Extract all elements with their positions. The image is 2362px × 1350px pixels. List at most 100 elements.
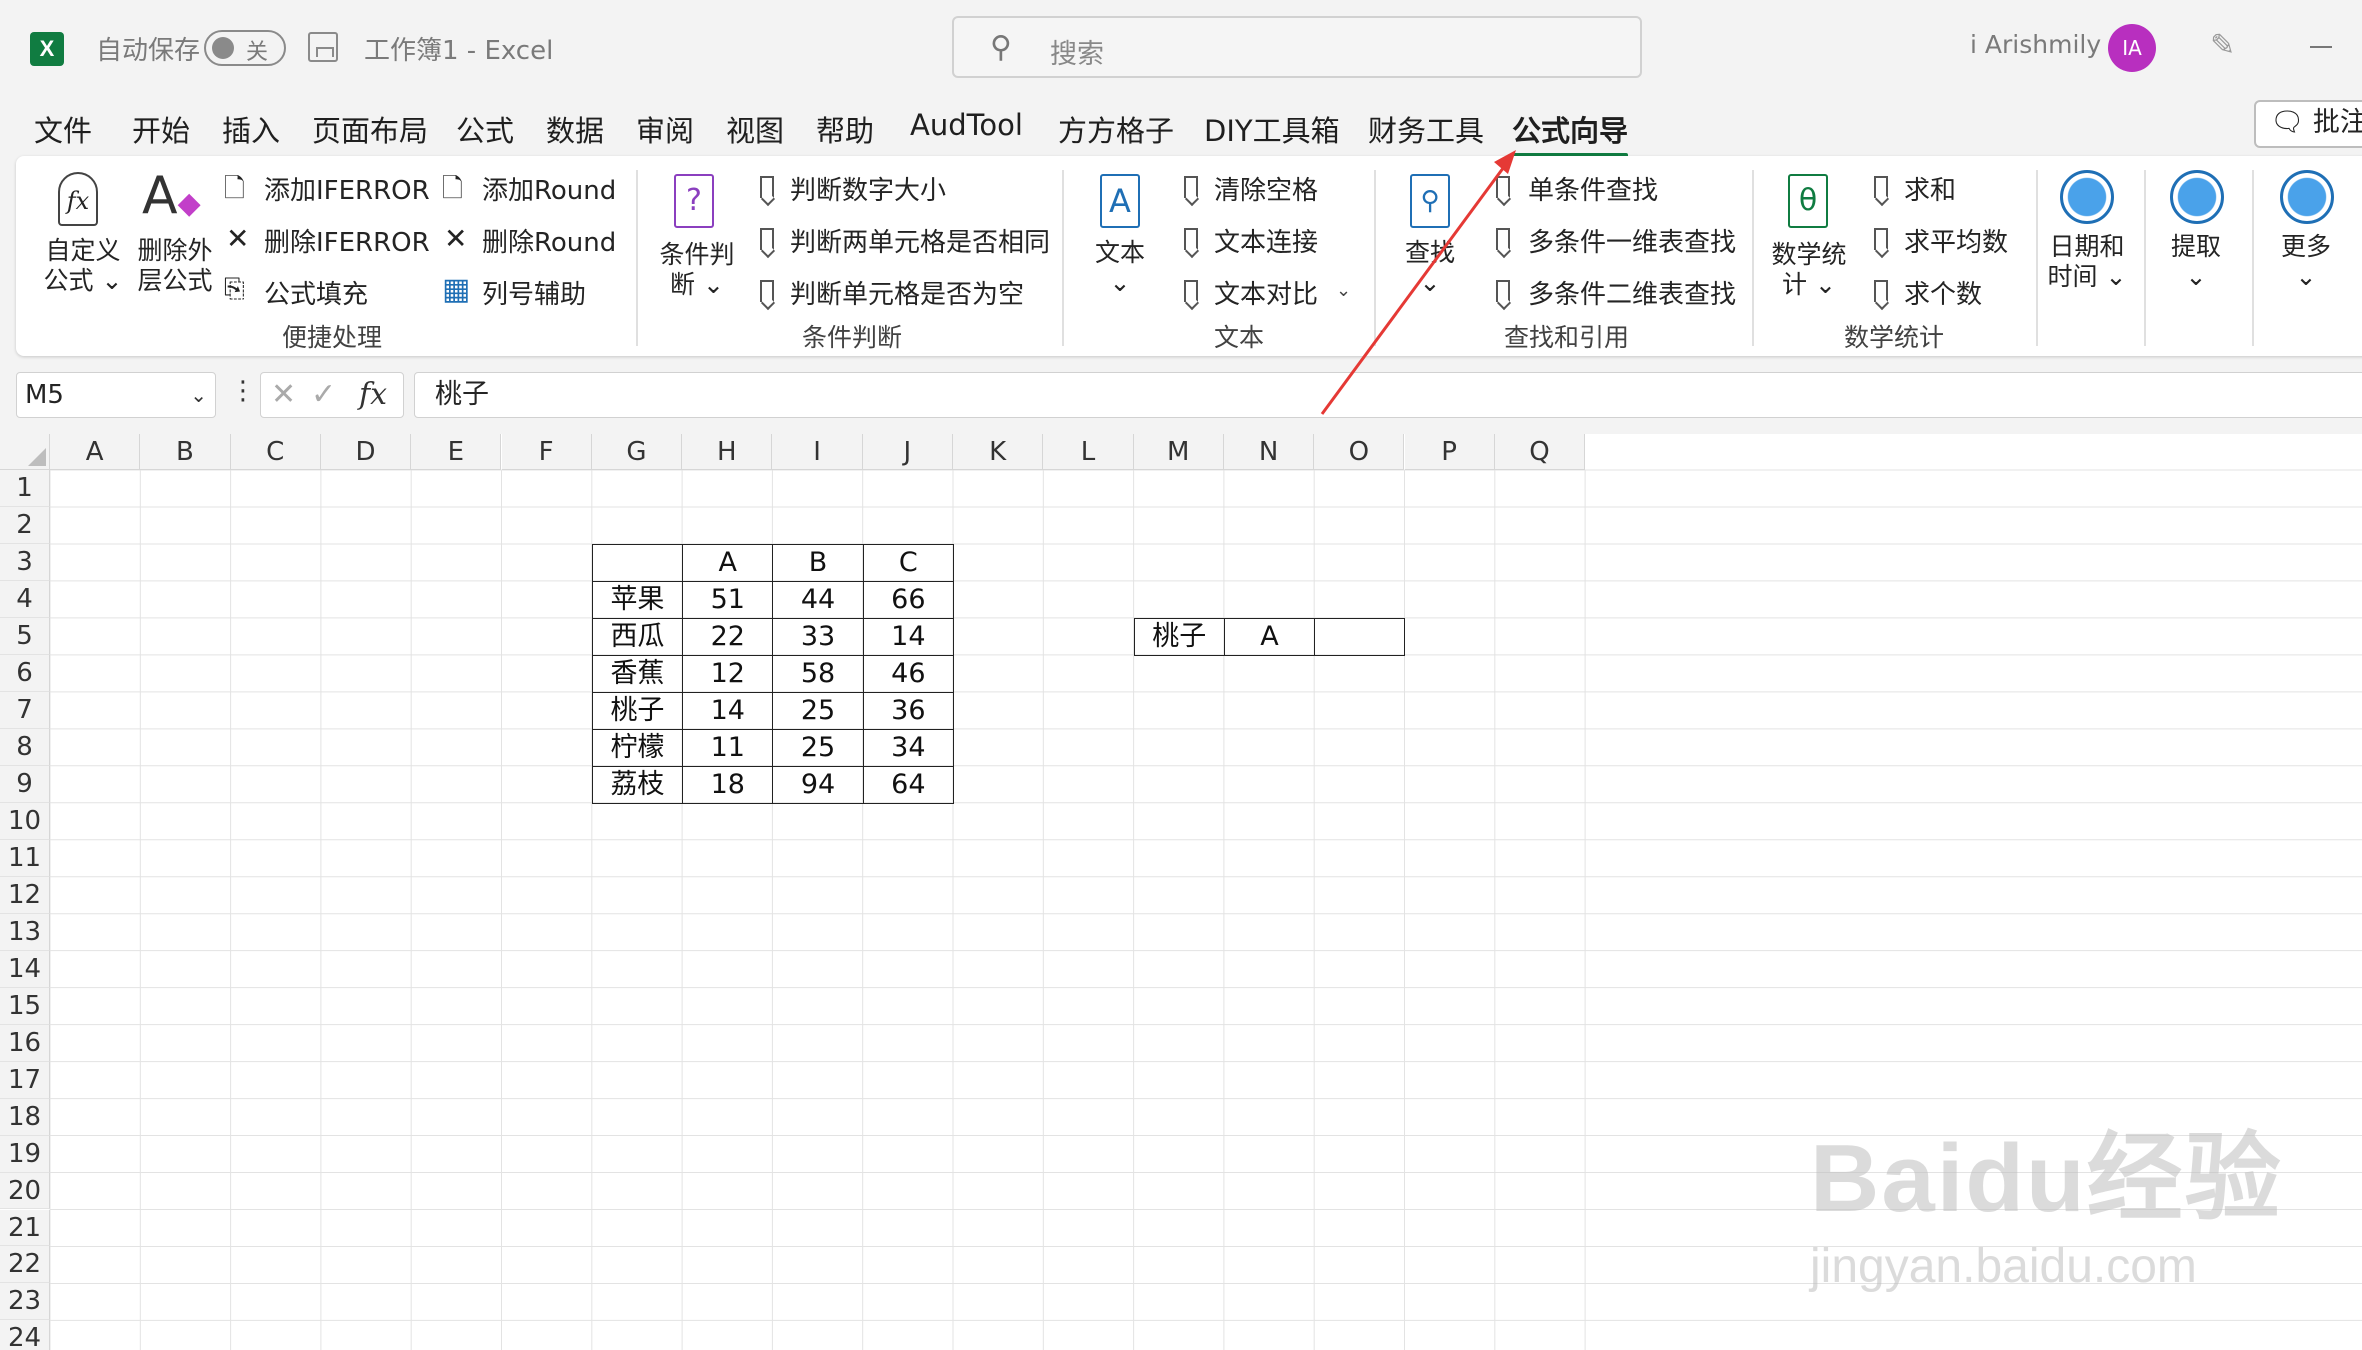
tab-finance-tools[interactable]: 财务工具 — [1368, 108, 1484, 150]
table-cell[interactable]: 36 — [862, 691, 954, 730]
table-cell[interactable]: 14 — [862, 617, 954, 656]
remove-round-button[interactable]: 删除Round — [482, 222, 616, 259]
column-header-m[interactable]: M — [1133, 434, 1224, 470]
row-header-3[interactable]: 3 — [0, 543, 50, 581]
text-compare-button[interactable]: 文本对比 — [1214, 274, 1318, 311]
remove-iferror-button[interactable]: 删除IFERROR — [264, 222, 430, 259]
custom-formula-button[interactable]: 自定义 公式 ⌄ — [38, 236, 128, 296]
condition-button[interactable]: 条件判 断 ⌄ — [652, 240, 742, 300]
save-icon[interactable] — [308, 32, 338, 62]
column-header-i[interactable]: I — [772, 434, 863, 470]
row-header-16[interactable]: 16 — [0, 1024, 50, 1062]
pen-icon[interactable]: ✎ — [2210, 28, 2235, 63]
tab-file[interactable]: 文件 — [34, 108, 92, 150]
table-cell[interactable]: 44 — [772, 580, 864, 619]
row-header-8[interactable]: 8 — [0, 728, 50, 766]
count-button[interactable]: 求个数 — [1904, 274, 1982, 311]
compare-numbers-button[interactable]: 判断数字大小 — [790, 170, 946, 207]
lookup-button[interactable]: 查找 ⌄ — [1394, 238, 1466, 298]
minimize-icon[interactable] — [2310, 46, 2332, 48]
row-header-1[interactable]: 1 — [0, 470, 50, 507]
tab-data[interactable]: 数据 — [546, 108, 604, 150]
column-header-q[interactable]: Q — [1494, 434, 1586, 470]
column-header-e[interactable]: E — [411, 434, 502, 470]
table-cell[interactable]: 22 — [682, 617, 774, 656]
row-header-20[interactable]: 20 — [0, 1172, 50, 1210]
table-cell[interactable]: 18 — [682, 765, 774, 804]
user-name[interactable]: i Arishmily — [1970, 30, 2101, 59]
table-cell[interactable]: 14 — [682, 691, 774, 730]
tab-help[interactable]: 帮助 — [816, 108, 874, 150]
compare-cells-button[interactable]: 判断两单元格是否相同 — [790, 222, 1050, 259]
comment-button[interactable]: 🗨 批注 — [2254, 100, 2362, 148]
column-header-c[interactable]: C — [230, 434, 321, 470]
table-header-cell[interactable]: C — [862, 543, 954, 582]
table-row-label[interactable]: 荔枝 — [591, 765, 684, 804]
row-header-15[interactable]: 15 — [0, 987, 50, 1025]
row-header-2[interactable]: 2 — [0, 506, 50, 544]
column-header-k[interactable]: K — [953, 434, 1044, 470]
lookup-cell[interactable]: 桃子 — [1133, 617, 1225, 656]
row-header-24[interactable]: 24 — [0, 1320, 50, 1350]
table-cell[interactable]: 25 — [772, 728, 864, 767]
lookup-cell[interactable] — [1314, 617, 1406, 656]
row-header-18[interactable]: 18 — [0, 1098, 50, 1136]
table-cell[interactable]: 46 — [862, 654, 954, 693]
row-header-22[interactable]: 22 — [0, 1246, 50, 1284]
name-box[interactable]: M5 ⌄ — [16, 372, 216, 418]
table-cell[interactable]: 58 — [772, 654, 864, 693]
tab-audtool[interactable]: AudTool — [910, 108, 1023, 142]
column-header-h[interactable]: H — [682, 434, 773, 470]
insert-function-button[interactable]: fx — [359, 377, 387, 412]
chevron-down-icon[interactable]: ⌄ — [190, 373, 207, 417]
table-cell[interactable]: 66 — [862, 580, 954, 619]
table-cell[interactable]: 11 — [682, 728, 774, 767]
row-header-21[interactable]: 21 — [0, 1209, 50, 1247]
chevron-down-icon[interactable]: ⌄ — [1336, 280, 1351, 301]
table-row-label[interactable]: 柠檬 — [591, 728, 684, 767]
row-header-7[interactable]: 7 — [0, 691, 50, 729]
tab-fangfang[interactable]: 方方格子 — [1058, 108, 1174, 150]
row-header-11[interactable]: 11 — [0, 839, 50, 877]
table-row-label[interactable]: 桃子 — [591, 691, 684, 730]
text-button[interactable]: 文本 ⌄ — [1084, 238, 1156, 298]
column-header-o[interactable]: O — [1314, 434, 1405, 470]
multi-1d-lookup-button[interactable]: 多条件一维表查找 — [1528, 222, 1736, 259]
tab-diy-toolbox[interactable]: DIY工具箱 — [1204, 108, 1340, 150]
avatar[interactable]: IA — [2108, 24, 2156, 72]
row-header-23[interactable]: 23 — [0, 1283, 50, 1321]
formula-fill-button[interactable]: 公式填充 — [264, 274, 368, 311]
column-helper-button[interactable]: 列号辅助 — [482, 274, 586, 311]
column-header-j[interactable]: J — [862, 434, 953, 470]
add-round-button[interactable]: 添加Round — [482, 170, 616, 207]
table-cell[interactable]: 12 — [682, 654, 774, 693]
row-header-5[interactable]: 5 — [0, 617, 50, 655]
sum-button[interactable]: 求和 — [1904, 170, 1956, 207]
row-header-10[interactable]: 10 — [0, 802, 50, 840]
check-empty-button[interactable]: 判断单元格是否为空 — [790, 274, 1024, 311]
more-button[interactable]: 更多 ⌄ — [2266, 232, 2346, 292]
tab-page-layout[interactable]: 页面布局 — [312, 108, 428, 150]
column-header-l[interactable]: L — [1043, 434, 1134, 470]
extract-button[interactable]: 提取 ⌄ — [2156, 232, 2236, 292]
math-button[interactable]: 数学统 计 ⌄ — [1764, 240, 1854, 300]
trim-spaces-button[interactable]: 清除空格 — [1214, 170, 1318, 207]
tab-home[interactable]: 开始 — [132, 108, 190, 150]
column-header-d[interactable]: D — [320, 434, 412, 470]
formula-input[interactable]: 桃子 — [414, 372, 2362, 418]
select-all-corner[interactable] — [0, 434, 50, 470]
confirm-icon[interactable]: ✓ — [311, 377, 336, 412]
row-header-17[interactable]: 17 — [0, 1061, 50, 1099]
single-lookup-button[interactable]: 单条件查找 — [1528, 170, 1658, 207]
table-cell[interactable]: 64 — [862, 765, 954, 804]
search-box[interactable]: ⚲ 搜索 — [952, 16, 1642, 78]
tab-insert[interactable]: 插入 — [222, 108, 280, 150]
row-header-19[interactable]: 19 — [0, 1135, 50, 1173]
more-options-icon[interactable]: ⋮ — [230, 376, 256, 406]
table-cell[interactable]: 94 — [772, 765, 864, 804]
row-header-14[interactable]: 14 — [0, 950, 50, 988]
remove-outer-formula-button[interactable]: 删除外 层公式 — [130, 236, 220, 296]
row-header-13[interactable]: 13 — [0, 913, 50, 951]
table-row-label[interactable]: 香蕉 — [591, 654, 684, 693]
add-iferror-button[interactable]: 添加IFERROR — [264, 170, 430, 207]
